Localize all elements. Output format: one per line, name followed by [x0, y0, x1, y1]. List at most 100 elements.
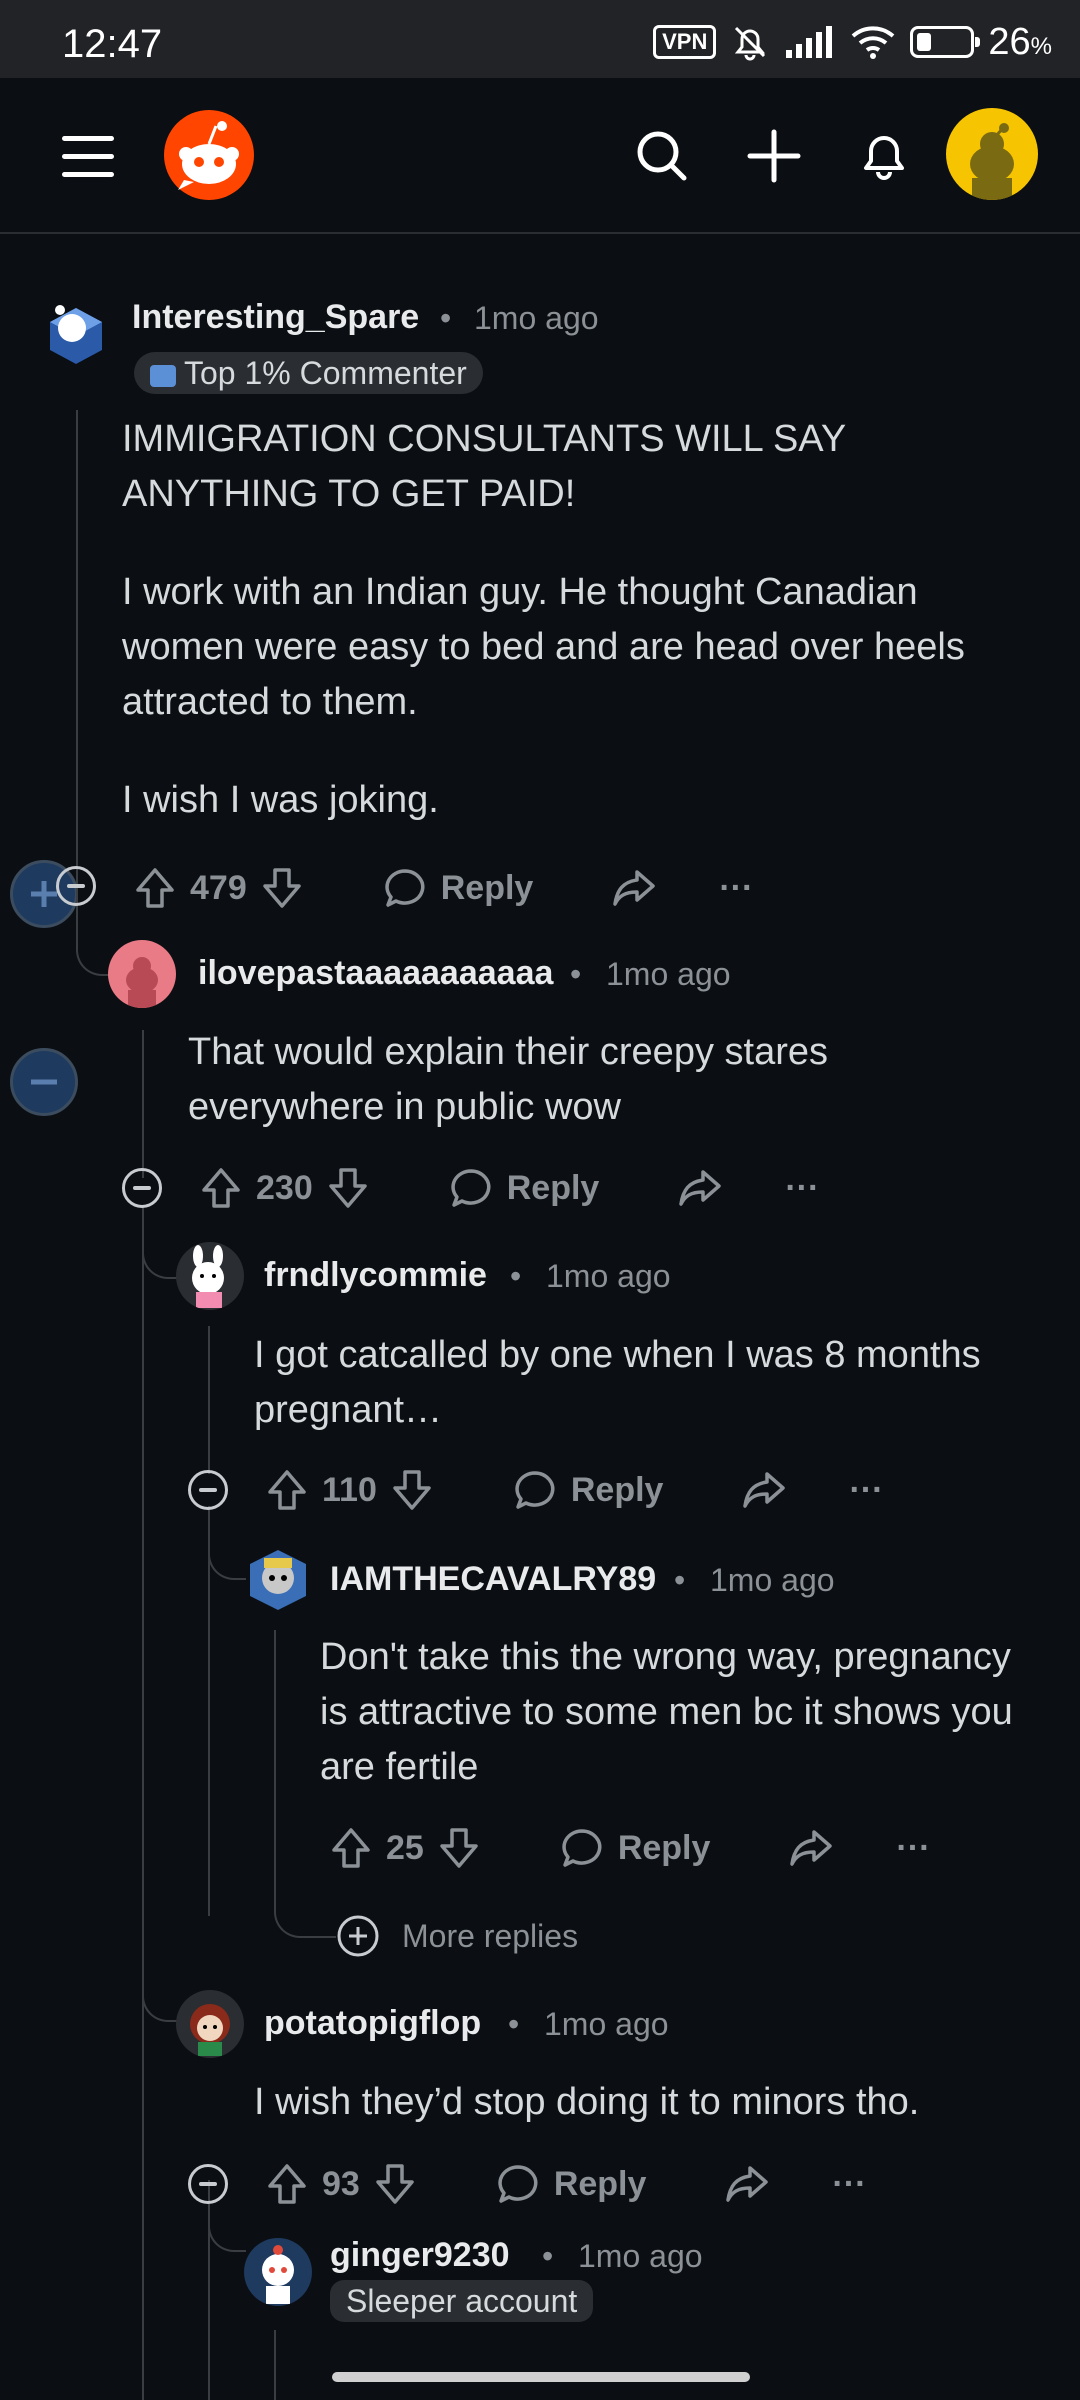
downvote-icon[interactable] [391, 1468, 433, 1512]
collapse-comment-button[interactable] [122, 1168, 162, 1208]
vote-count: 479 [190, 868, 247, 907]
signal-icon [786, 26, 833, 58]
status-bar: 12:47 VPN 26% [0, 0, 1080, 78]
user-avatar[interactable] [42, 300, 110, 368]
comment-paragraph: IMMIGRATION CONSULTANTS WILL SAY ANYTHIN… [122, 418, 846, 515]
dot-separator: • [542, 2238, 554, 2274]
flair-icon [150, 364, 176, 387]
user-avatar[interactable] [244, 2238, 312, 2306]
battery-percent: 26% [988, 20, 1052, 63]
upvote-icon[interactable] [330, 1826, 372, 1870]
more-options-icon[interactable]: ··· [785, 1169, 819, 1208]
downvote-icon[interactable] [261, 866, 303, 910]
mute-bell-icon [735, 26, 766, 61]
profile-avatar[interactable] [946, 108, 1038, 200]
more-options-icon[interactable]: ··· [849, 1471, 883, 1510]
user-avatar[interactable] [176, 1990, 244, 2058]
thread-connector [208, 1506, 246, 1580]
more-options-icon[interactable]: ··· [896, 1829, 930, 1868]
comment-body: IMMIGRATION CONSULTANTS WILL SAY ANYTHIN… [122, 412, 1022, 828]
create-post-icon[interactable] [744, 126, 804, 186]
reply-button[interactable]: Reply [449, 1167, 599, 1209]
thread-line [76, 410, 78, 900]
thread-connector [142, 1950, 180, 2022]
status-time: 12:47 [62, 22, 163, 66]
comment-paragraph: I got catcalled by one when I was 8 mont… [254, 1334, 981, 1431]
user-flair: Top 1% Commenter [134, 352, 483, 394]
comment-actions: 110 Reply ··· [266, 1462, 883, 1518]
reddit-logo[interactable] [164, 110, 254, 200]
top-app-bar [0, 78, 1080, 234]
downvote-icon[interactable] [438, 1826, 480, 1870]
thread-line [274, 2330, 276, 2400]
dot-separator: • [440, 300, 452, 336]
user-flair: Sleeper account [330, 2280, 594, 2322]
user-avatar[interactable] [244, 1546, 312, 1614]
share-icon[interactable] [741, 1470, 787, 1510]
share-icon[interactable] [788, 1828, 834, 1868]
share-icon[interactable] [611, 868, 657, 908]
thread-line [208, 1506, 210, 1916]
reply-button[interactable]: Reply [513, 1469, 663, 1511]
comment-time: 1mo ago [710, 1562, 835, 1598]
thread-line [142, 1030, 144, 1178]
comment-body: I got catcalled by one when I was 8 mont… [254, 1328, 1034, 1438]
comment-paragraph: That would explain their creepy stares e… [188, 1031, 828, 1128]
comment-username[interactable]: ginger9230 [330, 2236, 510, 2275]
comment-username[interactable]: ilovepastaaaaaaaaaaa [198, 954, 553, 993]
comment-username[interactable]: potatopigflop [264, 2004, 481, 2043]
thread-connector [274, 1870, 336, 1938]
comment-time: 1mo ago [578, 2238, 703, 2274]
collapse-comment-button[interactable] [188, 1470, 228, 1510]
collapse-comment-button[interactable] [56, 866, 96, 906]
user-avatar[interactable] [176, 1242, 244, 1310]
reply-icon [451, 1169, 491, 1207]
status-icons: VPN 26% [653, 20, 1052, 63]
more-replies-link[interactable]: More replies [336, 1914, 578, 1958]
reply-icon [385, 869, 425, 907]
thread-line [142, 1210, 144, 2400]
collapse-thread-button[interactable] [10, 1048, 78, 1116]
reply-button[interactable]: Reply [496, 2163, 646, 2205]
downvote-icon[interactable] [327, 1166, 369, 1210]
vote-count: 93 [322, 2164, 360, 2203]
menu-icon[interactable] [62, 136, 114, 177]
share-icon[interactable] [677, 1168, 723, 1208]
thread-line [208, 1326, 210, 1474]
thread-connector [142, 1205, 180, 1279]
comment-paragraph: Don't take this the wrong way, pregnancy… [320, 1636, 1013, 1788]
downvote-icon[interactable] [374, 2162, 416, 2206]
share-icon[interactable] [724, 2164, 770, 2204]
more-options-icon[interactable]: ··· [719, 869, 753, 908]
dot-separator: • [508, 2006, 520, 2042]
collapse-comment-button[interactable] [188, 2164, 228, 2204]
plus-circle-icon [337, 1915, 379, 1957]
thread-connector [76, 900, 112, 976]
dot-separator: • [510, 1258, 522, 1294]
bell-icon[interactable] [854, 126, 914, 186]
reply-button[interactable]: Reply [560, 1827, 710, 1869]
vote-count: 230 [256, 1168, 313, 1207]
comment-paragraph: I work with an Indian guy. He thought Ca… [122, 571, 965, 723]
comment-body: Don't take this the wrong way, pregnancy… [320, 1630, 1040, 1795]
user-avatar[interactable] [108, 940, 176, 1008]
upvote-icon[interactable] [266, 2162, 308, 2206]
upvote-icon[interactable] [134, 866, 176, 910]
comment-username[interactable]: IAMTHECAVALRY89 [330, 1560, 656, 1599]
comment-time: 1mo ago [546, 1258, 671, 1294]
search-icon[interactable] [632, 126, 692, 186]
comment-paragraph: I wish I was joking. [122, 779, 439, 821]
dot-separator: • [674, 1562, 686, 1598]
upvote-icon[interactable] [266, 1468, 308, 1512]
reply-button[interactable]: Reply [383, 867, 533, 909]
home-indicator[interactable] [332, 2372, 750, 2382]
battery-icon [910, 26, 981, 58]
more-options-icon[interactable]: ··· [832, 2165, 866, 2204]
reply-icon [562, 1829, 602, 1867]
comment-username[interactable]: Interesting_Spare [132, 298, 419, 337]
comment-time: 1mo ago [606, 956, 731, 992]
reply-icon [515, 1471, 555, 1509]
comment-time: 1mo ago [544, 2006, 669, 2042]
comment-username[interactable]: frndlycommie [264, 1256, 487, 1295]
upvote-icon[interactable] [200, 1166, 242, 1210]
